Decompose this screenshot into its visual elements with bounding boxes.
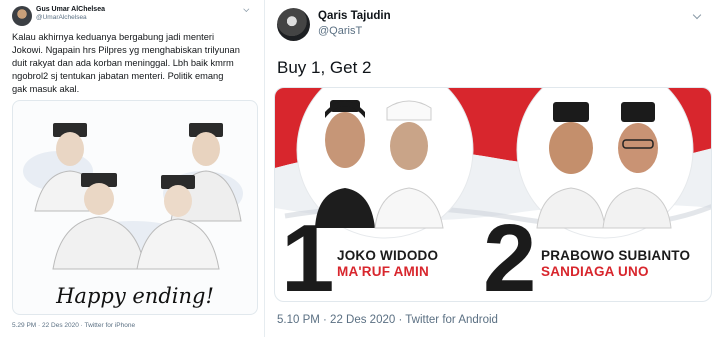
chevron-down-icon[interactable] xyxy=(242,7,252,11)
author-name[interactable]: Gus Umar AlChelsea xyxy=(36,6,105,13)
tweet-image[interactable]: Happy ending! xyxy=(12,100,258,315)
author-name[interactable]: Qaris Tajudin xyxy=(318,10,391,22)
author-handle[interactable]: @UmarAlchelsea xyxy=(36,14,87,21)
tweet-right: Qaris Tajudin @QarisT Buy 1, Get 2 1 JOK… xyxy=(266,0,720,337)
author-handle[interactable]: @QarisT xyxy=(318,25,362,37)
chevron-down-icon[interactable] xyxy=(691,12,705,18)
tweet-left: Gus Umar AlChelsea @UmarAlchelsea Kalau … xyxy=(0,0,265,337)
avatar[interactable] xyxy=(277,8,310,41)
avatar[interactable] xyxy=(12,6,32,26)
pair-1-name-1: JOKO WIDODO xyxy=(337,248,439,263)
tweet-text: Kalau akhirnya keduanya bergabung jadi m… xyxy=(12,32,240,94)
pair-1-name-2: MA'RUF AMIN xyxy=(337,264,429,279)
candidate-number-1: 1 xyxy=(281,205,335,302)
tweet-image[interactable]: 1 JOKO WIDODO MA'RUF AMIN 2 PRABOWO SUBI… xyxy=(274,87,712,302)
pair-2-name-1: PRABOWO SUBIANTO xyxy=(541,248,691,263)
pair-2-name-2: SANDIAGA UNO xyxy=(541,264,649,279)
tweet-timestamp[interactable]: 5.10 PM · 22 Des 2020 · Twitter for Andr… xyxy=(277,314,498,326)
tweet-text: Buy 1, Get 2 xyxy=(277,58,372,77)
candidate-number-2: 2 xyxy=(483,205,537,302)
image-caption: Happy ending! xyxy=(56,284,214,308)
sketch-illustration xyxy=(34,123,242,270)
tweet-timestamp[interactable]: 5.29 PM · 22 Des 2020 · Twitter for iPho… xyxy=(12,322,135,329)
